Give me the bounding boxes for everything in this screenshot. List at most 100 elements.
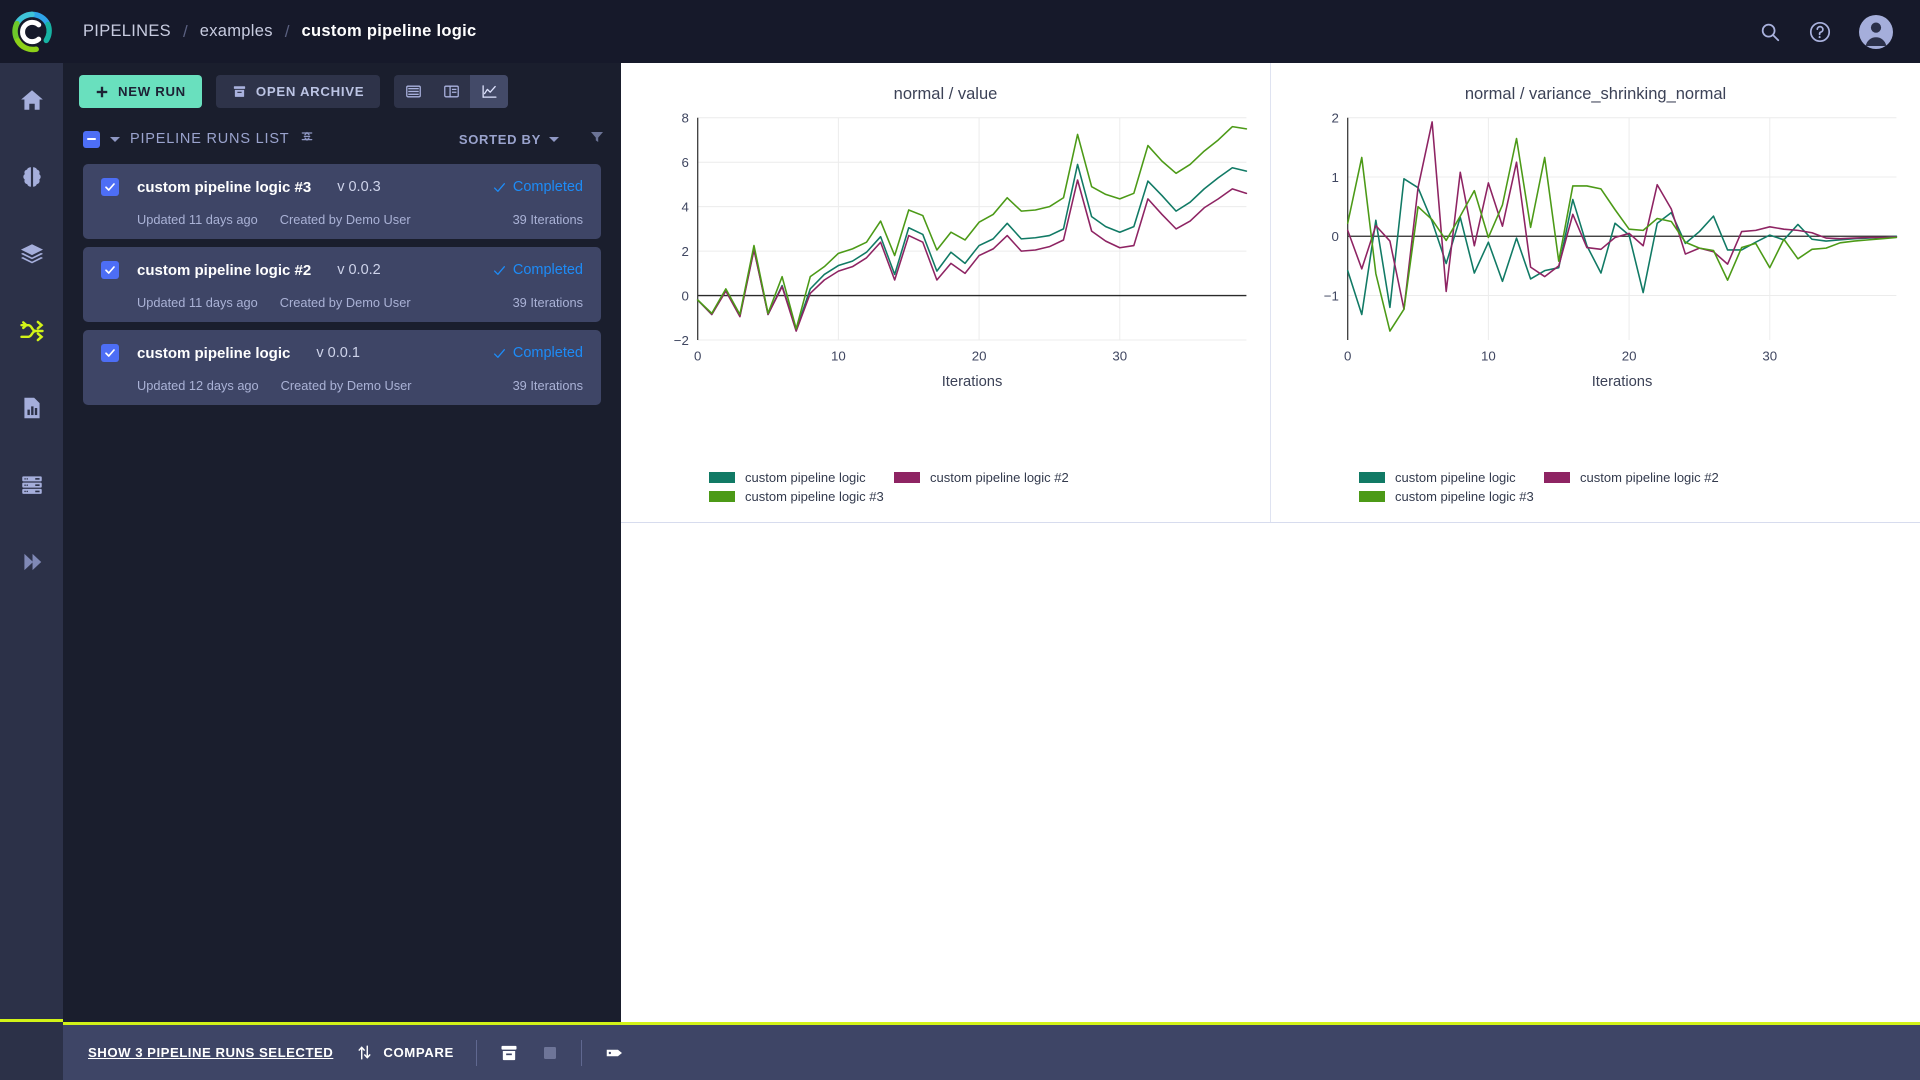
breadcrumb-item-current: custom pipeline logic: [301, 22, 477, 40]
sidebar-item-expand[interactable]: [15, 545, 49, 579]
sorted-by-label: SORTED BY: [458, 131, 541, 147]
row-checkbox[interactable]: [101, 178, 119, 196]
sidebar-item-models[interactable]: [15, 160, 49, 194]
plot-panel-0[interactable]: normal / value −2 0 2 4 6 8 0 10 20 30 Iterations …: [621, 63, 1270, 522]
legend-item[interactable]: custom pipeline logic #3: [1359, 489, 1544, 504]
status-badge: Completed: [493, 345, 583, 361]
sidebar-item-pipelines[interactable]: [15, 314, 49, 348]
sidebar-item-workers[interactable]: [15, 468, 49, 502]
table-row[interactable]: custom pipeline logic v 0.0.1 Completed …: [83, 330, 601, 405]
clearml-logo-icon: [11, 11, 52, 52]
run-version: v 0.0.1: [316, 345, 360, 361]
check-icon: [493, 348, 505, 358]
open-archive-button[interactable]: OPEN ARCHIVE: [215, 75, 381, 108]
run-iterations: 39 Iterations: [512, 378, 583, 393]
svg-text:0: 0: [1331, 229, 1338, 244]
svg-text:8: 8: [681, 111, 688, 126]
header-actions: [1759, 14, 1920, 49]
runs-panel: NEW RUN OPEN ARCHIVE PIPELINE RUNS LIST …: [63, 63, 621, 1022]
view-mode-table[interactable]: [394, 75, 432, 108]
select-all-chevron-down-icon[interactable]: [110, 136, 120, 142]
new-run-button[interactable]: NEW RUN: [79, 75, 202, 108]
open-archive-label: OPEN ARCHIVE: [255, 84, 365, 99]
status-label: Completed: [512, 262, 583, 278]
runs-list-title: PIPELINE RUNS LIST: [130, 131, 290, 147]
run-iterations: 39 Iterations: [512, 212, 583, 227]
show-selected-link[interactable]: SHOW 3 PIPELINE RUNS SELECTED: [88, 1045, 333, 1060]
breadcrumb-item-pipelines[interactable]: PIPELINES: [83, 22, 171, 41]
help-icon[interactable]: [1808, 20, 1832, 44]
runs-list-header: PIPELINE RUNS LIST SORTED BY: [63, 120, 621, 158]
legend-item[interactable]: custom pipeline logic: [1359, 470, 1544, 485]
table-row[interactable]: custom pipeline logic #2 v 0.0.2 Complet…: [83, 247, 601, 322]
run-updated: Updated 11 days ago: [137, 212, 258, 227]
table-row[interactable]: custom pipeline logic #3 v 0.0.3 Complet…: [83, 164, 601, 239]
run-name: custom pipeline logic #2: [137, 261, 312, 279]
archive-icon[interactable]: [499, 1043, 519, 1063]
sort-control[interactable]: SORTED BY: [459, 129, 605, 150]
legend-label: custom pipeline logic: [1395, 470, 1516, 485]
svg-text:−1: −1: [1324, 288, 1339, 303]
breadcrumb: PIPELINES / examples / custom pipeline l…: [83, 22, 477, 42]
legend-label: custom pipeline logic: [745, 470, 866, 485]
svg-text:Iterations: Iterations: [1592, 374, 1653, 390]
divider: [580, 1039, 582, 1066]
row-checkbox[interactable]: [101, 344, 119, 362]
breadcrumb-separator: /: [183, 21, 188, 41]
plots-row: normal / value −2 0 2 4 6 8 0 10 20 30 Iterations …: [621, 63, 1920, 523]
view-mode-split[interactable]: [432, 75, 470, 108]
legend-item[interactable]: custom pipeline logic #2: [1544, 470, 1729, 485]
filter-icon[interactable]: [589, 129, 605, 150]
view-mode-charts[interactable]: [470, 75, 509, 108]
body: NEW RUN OPEN ARCHIVE PIPELINE RUNS LIST …: [0, 16, 1920, 1022]
plot-title: normal / variance_shrinking_normal: [1464, 85, 1727, 103]
select-all-checkbox[interactable]: [83, 130, 100, 148]
svg-text:0: 0: [1344, 349, 1351, 364]
check-icon: [493, 182, 505, 192]
legend-item[interactable]: custom pipeline logic #3: [709, 489, 894, 504]
search-icon[interactable]: [1759, 21, 1781, 43]
square-stop-icon[interactable]: [541, 1044, 559, 1062]
compare-button[interactable]: COMPARE: [355, 1043, 454, 1062]
plot-title: normal / value: [893, 85, 998, 103]
status-label: Completed: [512, 345, 583, 361]
svg-text:10: 10: [831, 349, 846, 364]
divider: [475, 1039, 477, 1066]
line-chart-1: −10120 10 20 30Iterations: [1324, 111, 1898, 390]
sorted-chevron-down-icon[interactable]: [549, 136, 559, 142]
app-logo[interactable]: [0, 0, 63, 63]
svg-text:6: 6: [681, 155, 688, 170]
compare-label: COMPARE: [383, 1045, 454, 1060]
legend-swatch: [1359, 472, 1385, 483]
legend-swatch: [709, 472, 735, 483]
legend-item[interactable]: custom pipeline logic #2: [894, 470, 1079, 485]
rail-accent-line: [0, 1019, 63, 1022]
svg-text:30: 30: [1762, 349, 1777, 364]
sidebar-item-reports[interactable]: [15, 391, 49, 425]
run-created-by: Created by Demo User: [279, 212, 411, 227]
compare-icon: [358, 1045, 371, 1060]
run-updated: Updated 11 days ago: [137, 295, 258, 310]
svg-text:Iterations: Iterations: [942, 374, 1003, 390]
run-created-by: Created by Demo User: [280, 378, 412, 393]
svg-text:0: 0: [694, 349, 701, 364]
run-name: custom pipeline logic: [137, 344, 291, 362]
runs-list[interactable]: custom pipeline logic #3 v 0.0.3 Complet…: [63, 158, 621, 1022]
legend-item[interactable]: custom pipeline logic: [709, 470, 894, 485]
run-created-by: Created by Demo User: [279, 295, 411, 310]
run-version: v 0.0.3: [337, 179, 381, 195]
archive-icon: [233, 86, 246, 97]
row-checkbox[interactable]: [101, 261, 119, 279]
plot-panel-1[interactable]: normal / variance_shrinking_normal −1 0 1 2…: [1270, 63, 1920, 522]
svg-text:30: 30: [1112, 349, 1127, 364]
chart-legend-1: custom pipeline logic custom pipeline lo…: [1359, 470, 1799, 508]
avatar[interactable]: [1859, 14, 1893, 49]
tag-icon[interactable]: [604, 1042, 626, 1064]
sidebar-item-datasets[interactable]: [15, 237, 49, 271]
legend-label: custom pipeline logic #3: [1395, 489, 1534, 504]
svg-text:2: 2: [1331, 111, 1338, 126]
sidebar-item-home[interactable]: [15, 83, 49, 117]
column-settings-icon[interactable]: [299, 129, 315, 150]
breadcrumb-item-examples[interactable]: examples: [200, 22, 273, 41]
svg-text:−2: −2: [674, 333, 689, 348]
